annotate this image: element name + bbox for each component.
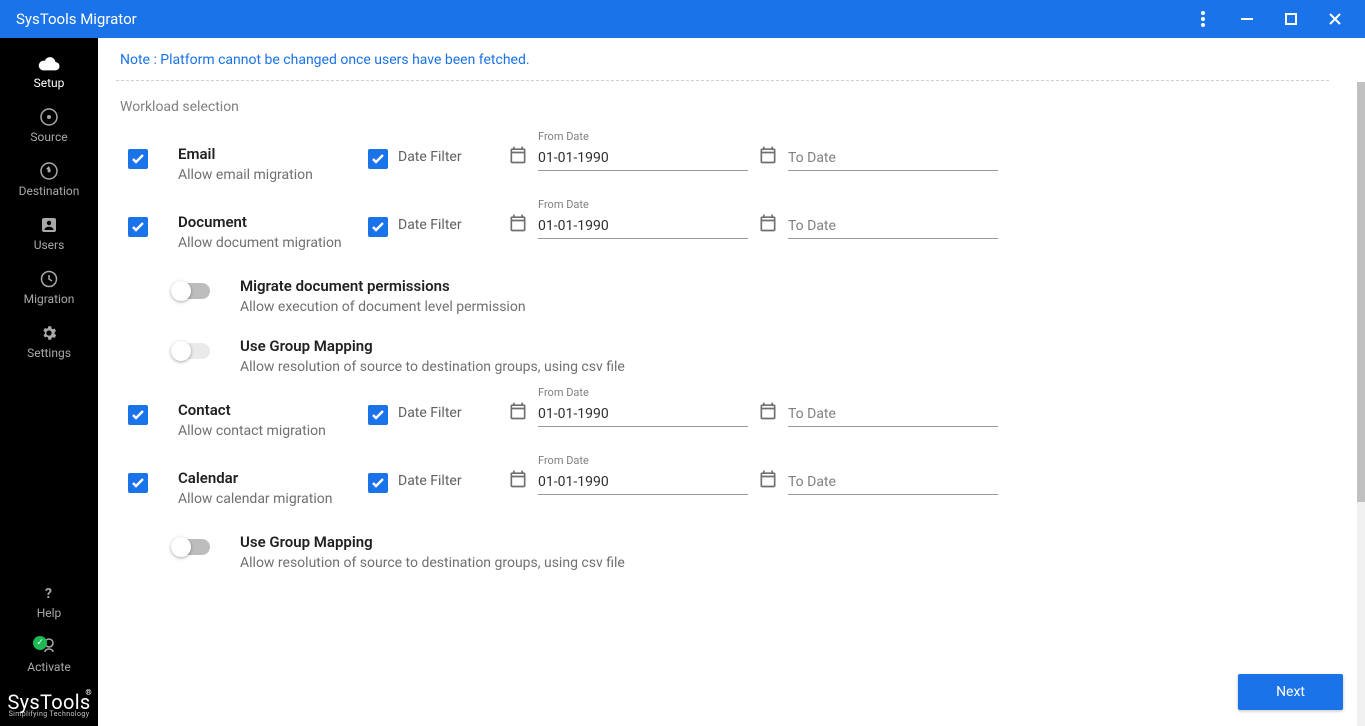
calendar-group-mapping-title: Use Group Mapping (240, 533, 625, 551)
workload-row-email: Email Allow email migration Date Filter … (116, 137, 1329, 205)
email-title: Email (178, 145, 368, 163)
maximize-icon[interactable] (1269, 0, 1313, 38)
calendar-icon[interactable] (508, 401, 528, 421)
contact-to-date-input[interactable] (788, 402, 998, 427)
calendar-group-mapping-sub: Allow resolution of source to destinatio… (240, 555, 625, 571)
scrollbar-thumb[interactable] (1357, 82, 1365, 502)
document-date-filter-label: Date Filter (398, 217, 462, 233)
from-date-caption: From Date (538, 130, 589, 143)
document-group-mapping-title: Use Group Mapping (240, 337, 625, 355)
calendar-from-date-input[interactable] (538, 470, 748, 495)
document-checkbox[interactable] (128, 217, 148, 237)
cloud-icon (0, 52, 98, 74)
calendar-icon[interactable] (758, 401, 778, 421)
close-icon[interactable] (1313, 0, 1357, 38)
users-icon (0, 214, 98, 236)
email-checkbox[interactable] (128, 149, 148, 169)
calendar-title: Calendar (178, 469, 368, 487)
calendar-date-filter-checkbox[interactable] (368, 473, 388, 493)
calendar-option-group-mapping: Use Group Mapping Allow resolution of so… (116, 529, 1329, 589)
email-date-filter-label: Date Filter (398, 149, 462, 165)
calendar-subtitle: Allow calendar migration (178, 491, 368, 507)
calendar-icon[interactable] (508, 145, 528, 165)
more-icon[interactable] (1181, 0, 1225, 38)
section-label: Workload selection (116, 95, 1329, 137)
platform-note: Note : Platform cannot be changed once u… (116, 38, 1329, 80)
scrollbar[interactable] (1357, 82, 1365, 726)
email-subtitle: Allow email migration (178, 167, 368, 183)
workload-row-contact: Contact Allow contact migration Date Fil… (116, 393, 1329, 461)
document-option-group-mapping: Use Group Mapping Allow resolution of so… (116, 333, 1329, 393)
email-to-date-input[interactable] (788, 146, 998, 171)
minimize-icon[interactable] (1225, 0, 1269, 38)
titlebar: SysTools Migrator (0, 0, 1365, 38)
calendar-to-date-input[interactable] (788, 470, 998, 495)
contact-date-filter-checkbox[interactable] (368, 405, 388, 425)
sidebar-item-label: Destination (19, 184, 80, 198)
app-title: SysTools Migrator (16, 10, 137, 28)
help-icon: ? (0, 582, 98, 604)
main-panel: Note : Platform cannot be changed once u… (98, 38, 1365, 726)
document-group-mapping-sub: Allow resolution of source to destinatio… (240, 359, 625, 375)
sidebar-item-destination[interactable]: Destination (0, 154, 98, 208)
document-permissions-title: Migrate document permissions (240, 277, 526, 295)
from-date-caption: From Date (538, 454, 589, 467)
sidebar: Setup Source Destination Users Migration… (0, 38, 98, 726)
document-option-permissions: Migrate document permissions Allow execu… (116, 273, 1329, 333)
contact-from-date-input[interactable] (538, 402, 748, 427)
workload-row-document: Document Allow document migration Date F… (116, 205, 1329, 273)
contact-subtitle: Allow contact migration (178, 423, 368, 439)
calendar-checkbox[interactable] (128, 473, 148, 493)
source-icon (0, 106, 98, 128)
calendar-icon[interactable] (758, 469, 778, 489)
calendar-icon[interactable] (508, 213, 528, 233)
sidebar-item-migration[interactable]: Migration (0, 262, 98, 316)
from-date-caption: From Date (538, 386, 589, 399)
document-from-date-input[interactable] (538, 214, 748, 239)
email-date-filter-checkbox[interactable] (368, 149, 388, 169)
sidebar-item-setup[interactable]: Setup (0, 46, 98, 100)
from-date-caption: From Date (538, 198, 589, 211)
sidebar-item-help[interactable]: ? Help (0, 576, 98, 630)
sidebar-item-label: Users (34, 238, 65, 252)
gear-icon (0, 322, 98, 344)
svg-text:?: ? (45, 586, 52, 601)
sidebar-item-users[interactable]: Users (0, 208, 98, 262)
document-to-date-input[interactable] (788, 214, 998, 239)
contact-checkbox[interactable] (128, 405, 148, 425)
destination-icon (0, 160, 98, 182)
activate-icon (0, 636, 98, 658)
next-button[interactable]: Next (1238, 674, 1343, 710)
status-ok-icon (33, 636, 47, 650)
contact-date-filter-label: Date Filter (398, 405, 462, 421)
workload-row-calendar: Calendar Allow calendar migration Date F… (116, 461, 1329, 529)
calendar-icon[interactable] (758, 145, 778, 165)
document-permissions-toggle[interactable] (172, 283, 210, 299)
document-subtitle: Allow document migration (178, 235, 368, 251)
sidebar-item-label: Activate (27, 660, 71, 674)
calendar-icon[interactable] (508, 469, 528, 489)
sidebar-item-settings[interactable]: Settings (0, 316, 98, 370)
migration-icon (0, 268, 98, 290)
calendar-icon[interactable] (758, 213, 778, 233)
sidebar-item-label: Setup (34, 76, 65, 90)
sidebar-item-label: Migration (24, 292, 75, 306)
sidebar-item-label: Settings (27, 346, 71, 360)
document-date-filter-checkbox[interactable] (368, 217, 388, 237)
email-from-date-input[interactable] (538, 146, 748, 171)
contact-title: Contact (178, 401, 368, 419)
document-permissions-sub: Allow execution of document level permis… (240, 299, 526, 315)
sidebar-item-label: Source (30, 130, 67, 144)
calendar-group-mapping-toggle[interactable] (172, 539, 210, 555)
document-title: Document (178, 213, 368, 231)
sidebar-item-activate[interactable]: Activate (0, 630, 98, 684)
sidebar-item-label: Help (37, 606, 62, 620)
sidebar-item-source[interactable]: Source (0, 100, 98, 154)
calendar-date-filter-label: Date Filter (398, 473, 462, 489)
document-group-mapping-toggle[interactable] (172, 343, 210, 359)
brand-logo: SysTools® Simplifying Technology (0, 684, 98, 726)
